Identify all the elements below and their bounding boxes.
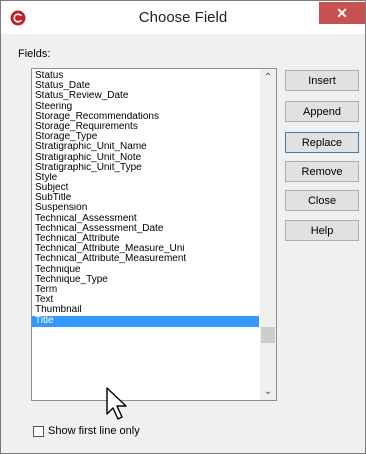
list-item[interactable]: Subject [32,183,259,193]
list-item[interactable]: Suspension [32,203,259,213]
show-first-line-only-label: Show first line only [48,425,140,437]
list-item[interactable]: Stratigraphic_Unit_Type [32,163,259,173]
list-item[interactable]: Technical_Assessment_Date [32,224,259,234]
list-item[interactable]: Storage_Type [32,132,259,142]
show-first-line-only-checkbox[interactable] [33,425,44,437]
list-item[interactable]: Steering [32,102,259,112]
fields-label: Fields: [18,48,51,60]
list-item[interactable]: Technical_Assessment [32,214,259,224]
list-item[interactable]: Term [32,285,259,295]
list-item[interactable]: Status_Review_Date [32,91,259,101]
append-button[interactable]: Append [285,101,359,122]
list-item[interactable]: Technical_Attribute_Measure_Uni [32,244,259,254]
mouse-pointer-icon [106,387,127,420]
fields-list-items: Status Status_Date Status_Review_Date Steer… [32,71,259,327]
list-item[interactable]: Technical_Attribute [32,234,259,244]
choose-field-dialog: Choose Field ✕ Fields: Status Status_Date… [0,0,366,454]
list-item[interactable]: Status_Date [32,81,259,91]
scroll-up-icon[interactable]: ⌃ [260,69,276,86]
insert-button[interactable]: Insert [285,70,359,91]
close-button[interactable]: Close [285,190,359,211]
close-icon: ✕ [336,4,348,21]
help-button[interactable]: Help [285,220,359,241]
fields-listbox[interactable]: Status Status_Date Status_Review_Date Steer… [31,68,277,401]
list-item[interactable]: Text [32,295,259,305]
list-item[interactable]: Status [32,71,259,81]
show-first-line-only-option[interactable]: Show first line only [33,425,140,437]
list-scrollbar[interactable]: ⌃ ⌄ [260,69,276,400]
list-item[interactable]: Technique [32,265,259,275]
list-item[interactable]: Style [32,173,259,183]
list-item[interactable]: Technique_Type [32,275,259,285]
title-bar[interactable]: Choose Field ✕ [1,1,365,34]
list-item[interactable]: SubTitle [32,193,259,203]
list-item[interactable]: Stratigraphic_Unit_Note [32,153,259,163]
list-item[interactable]: Storage_Recommendations [32,112,259,122]
list-item[interactable]: Storage_Requirements [32,122,259,132]
close-window-button[interactable]: ✕ [319,2,365,24]
scroll-thumb[interactable] [261,327,275,343]
list-item[interactable]: Thumbnail [32,305,259,315]
remove-button[interactable]: Remove [285,161,359,182]
dialog-title: Choose Field [138,9,228,26]
replace-button[interactable]: Replace [285,132,359,153]
scroll-down-icon[interactable]: ⌄ [260,383,276,400]
list-item-selected[interactable]: Title [32,315,259,327]
list-item[interactable]: Technical_Attribute_Measurement [32,254,259,264]
list-item[interactable]: Stratigraphic_Unit_Name [32,142,259,152]
